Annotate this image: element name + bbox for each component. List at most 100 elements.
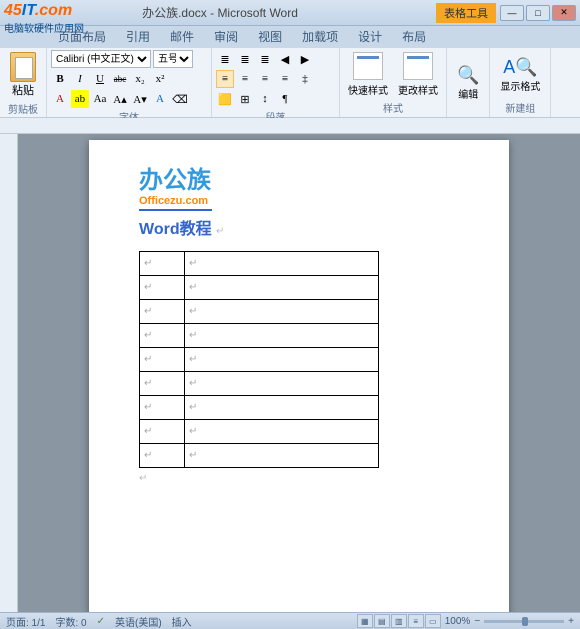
table-cell[interactable]: ↵ <box>140 444 185 468</box>
align-left-button[interactable]: ≡ <box>216 70 234 88</box>
tab-review[interactable]: 审阅 <box>204 25 248 48</box>
page-viewport[interactable]: 办公族 Officezu.com Word教程 ↵ ↵↵↵↵↵↵↵↵↵↵↵↵↵↵… <box>18 134 580 612</box>
ribbon: 粘贴 剪贴板 Calibri (中文正文) 五号 B I U abc x₂ x² <box>0 48 580 118</box>
paste-button[interactable]: 粘贴 <box>4 50 42 100</box>
underline-button[interactable]: U <box>91 70 109 88</box>
show-format-button[interactable]: A🔍 显示格式 <box>494 55 546 95</box>
font-size-select[interactable]: 五号 <box>153 50 193 68</box>
find-label: 编辑 <box>458 86 478 101</box>
tab-mailings[interactable]: 邮件 <box>160 25 204 48</box>
tab-view[interactable]: 视图 <box>248 25 292 48</box>
view-buttons: ▦ ▤ ▥ ≡ ▭ <box>357 614 441 628</box>
tab-design[interactable]: 设计 <box>348 25 392 48</box>
numbering-button[interactable]: ≣ <box>236 50 254 68</box>
align-right-button[interactable]: ≡ <box>256 70 274 88</box>
tab-layout[interactable]: 布局 <box>392 25 436 48</box>
table-cell[interactable]: ↵ <box>140 300 185 324</box>
table-cell[interactable]: ↵ <box>185 252 379 276</box>
italic-button[interactable]: I <box>71 70 89 88</box>
tab-references[interactable]: 引用 <box>116 25 160 48</box>
table-cell[interactable]: ↵ <box>140 324 185 348</box>
vertical-ruler[interactable] <box>0 134 18 612</box>
strike-button[interactable]: abc <box>111 70 129 88</box>
print-layout-view[interactable]: ▦ <box>357 614 373 628</box>
change-styles-button[interactable]: 更改样式 <box>394 50 442 99</box>
zoom-slider[interactable] <box>484 620 564 623</box>
bullets-button[interactable]: ≣ <box>216 50 234 68</box>
close-button[interactable]: ✕ <box>552 5 576 21</box>
watermark-tagline: 电脑软硬件应用网 <box>4 20 84 35</box>
sort-button[interactable]: ↕ <box>256 90 274 108</box>
table-cell[interactable]: ↵ <box>185 396 379 420</box>
table-row[interactable]: ↵↵ <box>140 372 379 396</box>
table-row[interactable]: ↵↵ <box>140 276 379 300</box>
horizontal-ruler[interactable] <box>0 118 580 134</box>
table-row[interactable]: ↵↵ <box>140 300 379 324</box>
show-marks-button[interactable]: ¶ <box>276 90 294 108</box>
table-row[interactable]: ↵↵ <box>140 252 379 276</box>
shading-button[interactable]: 🟨 <box>216 90 234 108</box>
highlight-button[interactable]: ab <box>71 90 89 108</box>
table-row[interactable]: ↵↵ <box>140 444 379 468</box>
font-color-button[interactable]: A <box>51 90 69 108</box>
clear-format-button[interactable]: ⌫ <box>171 90 189 108</box>
multilevel-button[interactable]: ≣ <box>256 50 274 68</box>
spellcheck-icon[interactable]: ✓ <box>97 616 105 627</box>
superscript-button[interactable]: x² <box>151 70 169 88</box>
zoom-in-button[interactable]: + <box>568 616 574 627</box>
change-styles-label: 更改样式 <box>398 82 438 97</box>
zoom-out-button[interactable]: − <box>474 616 480 627</box>
table-cell[interactable]: ↵ <box>185 420 379 444</box>
minimize-button[interactable]: — <box>500 5 524 21</box>
maximize-button[interactable]: □ <box>526 5 550 21</box>
logo-block: 办公族 Officezu.com Word教程 ↵ <box>139 160 459 239</box>
line-spacing-button[interactable]: ‡ <box>296 70 314 88</box>
table-cell[interactable]: ↵ <box>140 372 185 396</box>
table-cell[interactable]: ↵ <box>185 276 379 300</box>
table-cell[interactable]: ↵ <box>140 276 185 300</box>
outline-view[interactable]: ≡ <box>408 614 424 628</box>
paragraph-mark: ↵ <box>216 226 224 237</box>
table-row[interactable]: ↵↵ <box>140 420 379 444</box>
document-table[interactable]: ↵↵↵↵↵↵↵↵↵↵↵↵↵↵↵↵↵↵ <box>139 251 379 468</box>
status-page[interactable]: 页面: 1/1 <box>6 614 45 629</box>
table-cell[interactable]: ↵ <box>185 348 379 372</box>
draft-view[interactable]: ▭ <box>425 614 441 628</box>
shrink-font-button[interactable]: A▾ <box>131 90 149 108</box>
table-cell[interactable]: ↵ <box>140 348 185 372</box>
status-mode[interactable]: 插入 <box>172 614 192 629</box>
change-styles-icon <box>403 52 433 80</box>
font-name-select[interactable]: Calibri (中文正文) <box>51 50 151 68</box>
table-cell[interactable]: ↵ <box>185 444 379 468</box>
table-cell[interactable]: ↵ <box>140 252 185 276</box>
find-button[interactable]: 🔍 编辑 <box>451 63 485 103</box>
show-format-label: 显示格式 <box>500 78 540 93</box>
table-row[interactable]: ↵↵ <box>140 396 379 420</box>
text-effects-button[interactable]: A <box>151 90 169 108</box>
grow-font-button[interactable]: A▴ <box>111 90 129 108</box>
align-justify-button[interactable]: ≡ <box>276 70 294 88</box>
borders-button[interactable]: ⊞ <box>236 90 254 108</box>
table-cell[interactable]: ↵ <box>185 300 379 324</box>
table-cell[interactable]: ↵ <box>185 372 379 396</box>
web-view[interactable]: ▥ <box>391 614 407 628</box>
zoom-percent[interactable]: 100% <box>445 616 471 627</box>
align-center-button[interactable]: ≡ <box>236 70 254 88</box>
quick-styles-button[interactable]: 快速样式 <box>344 50 392 99</box>
status-words[interactable]: 字数: 0 <box>55 614 86 629</box>
table-row[interactable]: ↵↵ <box>140 324 379 348</box>
table-cell[interactable]: ↵ <box>140 396 185 420</box>
tab-addins[interactable]: 加载项 <box>292 25 348 48</box>
change-case-button[interactable]: Aa <box>91 90 109 108</box>
increase-indent-button[interactable]: ▶ <box>296 50 314 68</box>
table-cell[interactable]: ↵ <box>185 324 379 348</box>
status-lang[interactable]: 英语(美国) <box>115 614 162 629</box>
bold-button[interactable]: B <box>51 70 69 88</box>
fullscreen-view[interactable]: ▤ <box>374 614 390 628</box>
decrease-indent-button[interactable]: ◀ <box>276 50 294 68</box>
table-cell[interactable]: ↵ <box>140 420 185 444</box>
table-tools-tab[interactable]: 表格工具 <box>436 3 496 23</box>
table-row[interactable]: ↵↵ <box>140 348 379 372</box>
subscript-button[interactable]: x₂ <box>131 70 149 88</box>
page[interactable]: 办公族 Officezu.com Word教程 ↵ ↵↵↵↵↵↵↵↵↵↵↵↵↵↵… <box>89 140 509 612</box>
